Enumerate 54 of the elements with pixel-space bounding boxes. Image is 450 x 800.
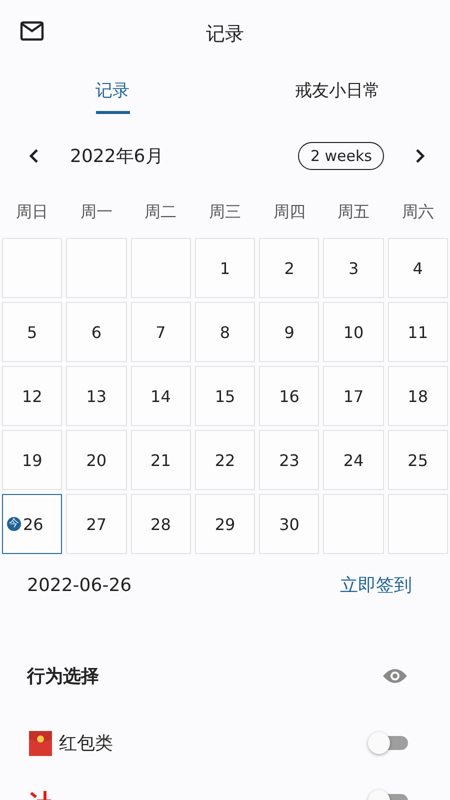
month-label: 2022年6月: [70, 145, 164, 168]
day-cell[interactable]: 29: [194, 494, 256, 554]
day-cell[interactable]: 17: [323, 366, 384, 426]
day-cell[interactable]: 20: [66, 430, 127, 490]
day-cell[interactable]: 21: [130, 430, 191, 490]
day-cell[interactable]: 19: [2, 430, 62, 490]
day-cell[interactable]: 1: [194, 238, 256, 298]
day-cell[interactable]: 23: [259, 430, 320, 490]
day-cell[interactable]: 30: [259, 494, 320, 554]
day-cell[interactable]: 16: [259, 366, 320, 426]
empty-day-cell: [323, 494, 384, 554]
range-button[interactable]: 2 weeks: [298, 142, 384, 170]
weekday-label: 周六: [400, 202, 435, 222]
weekday-label: 周一: [79, 202, 114, 222]
toggle-switch[interactable]: [368, 732, 408, 754]
weekday-label: 周四: [272, 202, 306, 222]
day-cell[interactable]: 8: [194, 302, 256, 362]
check-in-link[interactable]: 立即签到: [340, 573, 412, 597]
empty-day-cell: [66, 238, 127, 298]
day-cell[interactable]: 14: [130, 366, 191, 426]
selected-date: 2022-06-26: [27, 574, 132, 596]
day-cell[interactable]: 15: [194, 366, 256, 426]
day-cell[interactable]: 25: [388, 430, 448, 490]
day-cell[interactable]: 7: [130, 302, 191, 362]
day-cell[interactable]: 10: [323, 302, 384, 362]
section-title: 行为选择: [27, 665, 99, 688]
day-cell[interactable]: 5: [2, 302, 62, 362]
day-cell[interactable]: 24: [323, 430, 384, 490]
day-cell[interactable]: 28: [130, 494, 191, 554]
weekday-label: 周二: [144, 202, 178, 222]
tab[interactable]: 记录: [0, 66, 225, 126]
eye-icon[interactable]: [382, 667, 408, 685]
day-cell[interactable]: 27: [66, 494, 127, 554]
today-badge: 今: [7, 517, 21, 531]
day-cell[interactable]: 12: [2, 366, 62, 426]
day-cell[interactable]: 11: [388, 302, 448, 362]
behavior-label: 红包类: [59, 732, 114, 755]
day-cell[interactable]: 4: [388, 238, 448, 298]
day-cell[interactable]: 13: [66, 366, 127, 426]
page-title: 记录: [206, 22, 244, 47]
weekday-label: 周日: [15, 202, 50, 222]
tab[interactable]: 戒友小日常: [225, 66, 450, 126]
day-cell[interactable]: 3: [323, 238, 384, 298]
weekday-label: 周三: [208, 202, 242, 222]
day-cell[interactable]: 9: [259, 302, 320, 362]
weekday-label: 周五: [336, 202, 371, 222]
day-cell[interactable]: 22: [194, 430, 256, 490]
envelope-icon: [29, 730, 52, 756]
day-cell[interactable]: 18: [388, 366, 448, 426]
day-cell[interactable]: 2: [259, 238, 320, 298]
day-cell[interactable]: 6: [66, 302, 127, 362]
day-cell[interactable]: 今 26: [2, 494, 62, 554]
mail-icon[interactable]: [20, 21, 44, 41]
empty-day-cell: [130, 238, 191, 298]
